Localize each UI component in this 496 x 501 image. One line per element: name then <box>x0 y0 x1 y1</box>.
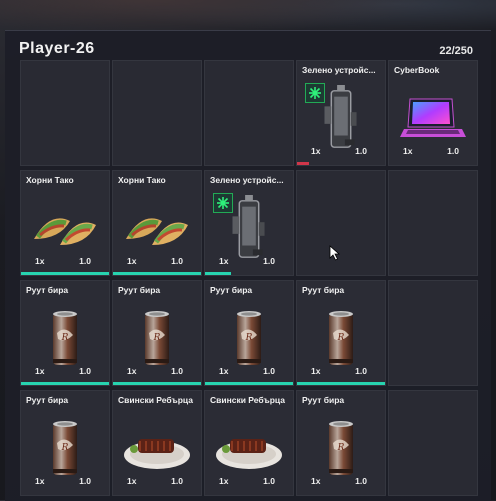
item-quantity: 1x <box>311 366 321 376</box>
item-name: Зелено устройс... <box>210 175 284 185</box>
root-beer-can-icon <box>50 419 80 479</box>
item-quantity: 1x <box>219 366 229 376</box>
green-device-icon <box>321 85 361 153</box>
item-quantity: 1x <box>127 366 137 376</box>
item-quantity: 1x <box>35 476 45 486</box>
item-name: Зелено устройс... <box>302 65 376 75</box>
item-name: Руут бира <box>26 395 69 405</box>
inventory-slot-17[interactable]: Свински Ребърца 1x 1.0 <box>112 390 202 496</box>
item-weight: 1.0 <box>171 366 183 376</box>
item-weight: 1.0 <box>355 366 367 376</box>
inventory-grid: Зелено устройс... 1x 1.0 CyberBook 1x 1.… <box>20 60 478 496</box>
root-beer-can-icon <box>142 309 172 369</box>
pork-ribs-icon <box>122 427 192 471</box>
durability-bar <box>21 272 109 275</box>
item-weight: 1.0 <box>263 256 275 266</box>
durability-bar <box>21 382 109 385</box>
item-weight: 1.0 <box>79 256 91 266</box>
item-name: Хорни Тако <box>26 175 74 185</box>
item-name: Руут бира <box>26 285 69 295</box>
item-name: CyberBook <box>394 65 440 75</box>
item-weight: 1.0 <box>447 146 459 156</box>
inventory-slot-5[interactable]: CyberBook 1x 1.0 <box>388 60 478 166</box>
root-beer-can-icon <box>234 309 264 369</box>
inventory-slot-14[interactable]: Руут бира 1x 1.0 <box>296 280 386 386</box>
pork-ribs-icon <box>214 427 284 471</box>
item-quantity: 1x <box>219 476 229 486</box>
inventory-slot-4[interactable]: Зелено устройс... 1x 1.0 <box>296 60 386 166</box>
taco-icon <box>122 209 192 249</box>
green-device-icon <box>229 195 269 263</box>
inventory-slot-11[interactable]: Руут бира 1x 1.0 <box>20 280 110 386</box>
item-quantity: 1x <box>127 476 137 486</box>
inventory-slot-20[interactable] <box>388 390 478 496</box>
item-name: Хорни Тако <box>118 175 166 185</box>
inventory-weight: 22/250 <box>439 45 473 57</box>
item-weight: 1.0 <box>355 476 367 486</box>
item-weight: 1.0 <box>79 366 91 376</box>
inventory-slot-6[interactable]: Хорни Тако 1x 1.0 <box>20 170 110 276</box>
inventory-slot-2[interactable] <box>112 60 202 166</box>
durability-bar <box>205 272 231 275</box>
mouse-cursor-icon <box>329 245 341 261</box>
inventory-slot-1[interactable] <box>20 60 110 166</box>
item-name: Руут бира <box>118 285 161 295</box>
item-quantity: 1x <box>311 476 321 486</box>
item-weight: 1.0 <box>79 476 91 486</box>
durability-bar <box>113 272 201 275</box>
player-name: Player-26 <box>19 40 95 57</box>
durability-bar <box>297 162 309 165</box>
inventory-slot-8[interactable]: Зелено устройс... 1x 1.0 <box>204 170 294 276</box>
item-name: Свински Ребърца <box>210 395 285 405</box>
item-weight: 1.0 <box>263 476 275 486</box>
durability-bar <box>113 382 201 385</box>
item-name: Свински Ребърца <box>118 395 193 405</box>
inventory-slot-9[interactable] <box>296 170 386 276</box>
inventory-slot-10[interactable] <box>388 170 478 276</box>
inventory-slot-18[interactable]: Свински Ребърца 1x 1.0 <box>204 390 294 496</box>
item-quantity: 1x <box>35 366 45 376</box>
inventory-slot-12[interactable]: Руут бира 1x 1.0 <box>112 280 202 386</box>
laptop-icon <box>398 97 468 141</box>
durability-bar <box>297 382 385 385</box>
root-beer-can-icon <box>326 419 356 479</box>
item-quantity: 1x <box>35 256 45 266</box>
item-quantity: 1x <box>403 146 413 156</box>
inventory-slot-19[interactable]: Руут бира 1x 1.0 <box>296 390 386 496</box>
inventory-slot-7[interactable]: Хорни Тако 1x 1.0 <box>112 170 202 276</box>
item-name: Руут бира <box>210 285 253 295</box>
item-weight: 1.0 <box>171 476 183 486</box>
inventory-slot-3[interactable] <box>204 60 294 166</box>
item-weight: 1.0 <box>171 256 183 266</box>
inventory-panel: Player-26 22/250 Зелено устройс... 1x 1.… <box>5 30 491 501</box>
inventory-slot-15[interactable] <box>388 280 478 386</box>
item-name: Руут бира <box>302 285 345 295</box>
inventory-slot-13[interactable]: Руут бира 1x 1.0 <box>204 280 294 386</box>
item-quantity: 1x <box>311 146 321 156</box>
taco-icon <box>30 209 100 249</box>
inventory-slot-16[interactable]: Руут бира 1x 1.0 <box>20 390 110 496</box>
item-weight: 1.0 <box>355 146 367 156</box>
item-quantity: 1x <box>127 256 137 266</box>
root-beer-can-icon <box>326 309 356 369</box>
root-beer-can-icon <box>50 309 80 369</box>
durability-bar <box>205 382 293 385</box>
item-weight: 1.0 <box>263 366 275 376</box>
item-quantity: 1x <box>219 256 229 266</box>
item-name: Руут бира <box>302 395 345 405</box>
